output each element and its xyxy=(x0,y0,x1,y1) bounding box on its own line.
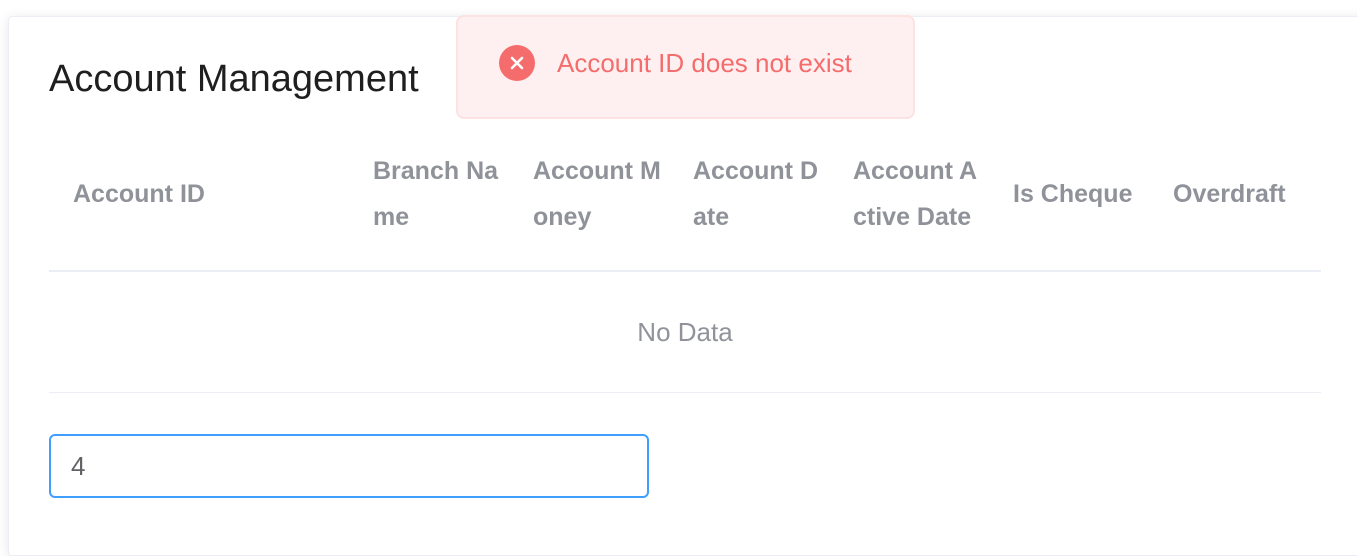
error-circle-icon xyxy=(499,45,535,81)
column-header-is-cheque[interactable]: Is Cheque xyxy=(989,118,1149,270)
column-header-overdraft[interactable]: Overdraft xyxy=(1149,118,1321,270)
column-header-account-id[interactable]: Account ID xyxy=(49,118,349,270)
empty-state-text: No Data xyxy=(637,316,733,347)
column-header-account-date[interactable]: Account Date xyxy=(669,118,829,270)
table-empty-state: No Data xyxy=(49,272,1321,393)
column-header-account-active-date[interactable]: Account Active Date xyxy=(829,118,989,270)
error-toast: Account ID does not exist xyxy=(456,15,915,119)
account-id-input[interactable] xyxy=(49,434,649,498)
table-header: Account ID Branch Name Account Money Acc… xyxy=(49,118,1321,272)
column-header-account-money[interactable]: Account Money xyxy=(509,118,669,270)
page-title: Account Management xyxy=(49,58,419,100)
column-header-branch-name[interactable]: Branch Name xyxy=(349,118,509,270)
toast-message: Account ID does not exist xyxy=(557,47,852,78)
